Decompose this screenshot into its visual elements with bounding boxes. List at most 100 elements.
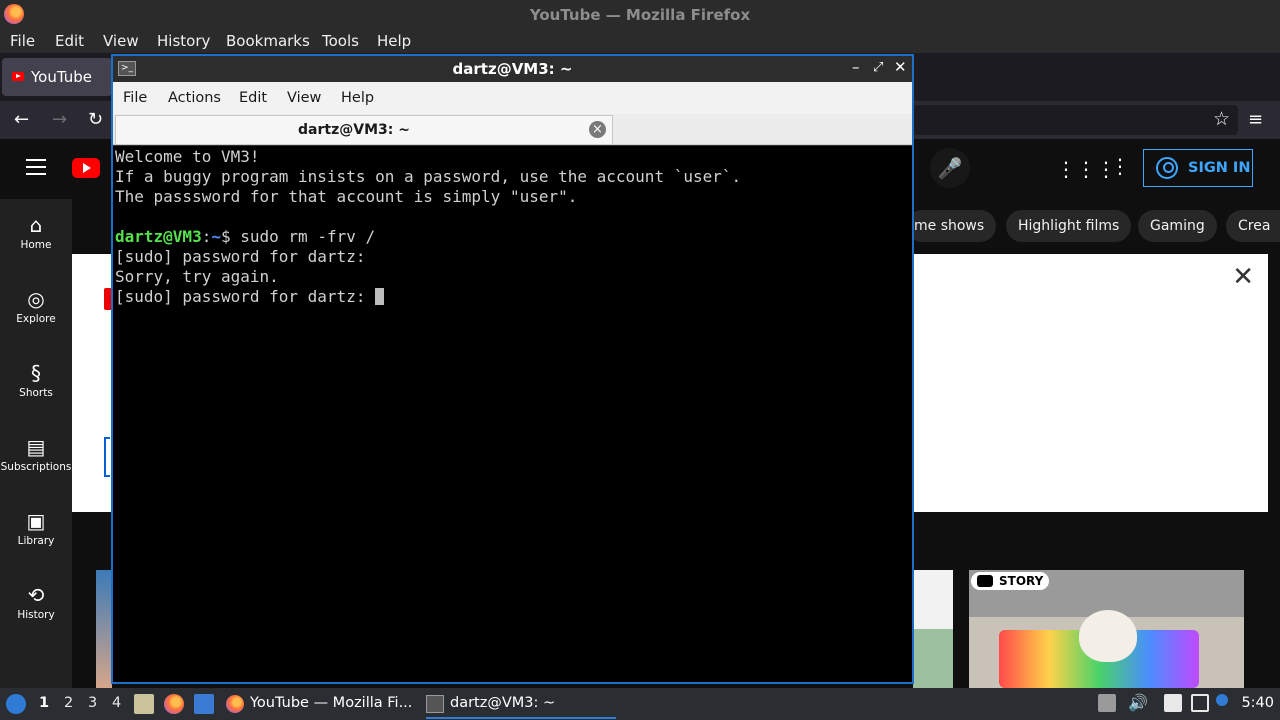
- terminal-tabbar: dartz@VM3: ~ ×: [113, 114, 912, 145]
- terminal-output[interactable]: Welcome to VM3! If a buggy program insist…: [113, 146, 912, 682]
- tab-label: YouTube: [31, 68, 92, 86]
- terminal-titlebar[interactable]: >_ dartz@VM3: ~ – ⤢ ✕: [113, 56, 912, 82]
- banner-button-edge[interactable]: [104, 437, 110, 477]
- taskbar: 1 2 3 4 YouTube — Mozilla Fi... dartz@VM…: [0, 688, 1280, 720]
- terminal-menu-actions[interactable]: Actions: [168, 90, 221, 106]
- guide-item-subscriptions[interactable]: ▤ Subscriptions: [0, 431, 72, 501]
- home-icon: ⌂: [29, 213, 43, 237]
- video-thumbnail[interactable]: [913, 570, 953, 688]
- youtube-favicon-icon: [12, 72, 24, 81]
- tab-youtube[interactable]: YouTube: [2, 58, 112, 96]
- close-window-icon[interactable]: ✕: [894, 58, 907, 76]
- back-icon[interactable]: ←: [14, 109, 29, 130]
- app-launcher-icon[interactable]: [6, 694, 26, 714]
- workspace-3[interactable]: 3: [88, 695, 97, 711]
- volume-icon[interactable]: 🔊: [1128, 694, 1148, 712]
- file-manager-icon[interactable]: [134, 694, 154, 714]
- maximize-icon[interactable]: ⤢: [873, 60, 883, 75]
- prompt-path: ~: [211, 227, 221, 246]
- guide-sidebar: ⌂ Home ◎ Explore § Shorts ▤ Subscription…: [0, 199, 72, 688]
- firefox-icon: [226, 695, 244, 713]
- prompt-command: $ sudo rm -frv /: [220, 227, 376, 246]
- menu-view[interactable]: View: [103, 32, 139, 50]
- terminal-menu-view[interactable]: View: [287, 90, 321, 106]
- chip-gaming[interactable]: Gaming: [1138, 210, 1217, 242]
- terminal-menu-edit[interactable]: Edit: [239, 90, 267, 106]
- chip-create[interactable]: Crea: [1226, 210, 1280, 242]
- sign-in-button[interactable]: SIGN IN: [1143, 149, 1253, 187]
- firefox-menubar: File Edit View History Bookmarks Tools H…: [0, 29, 1280, 53]
- menu-history[interactable]: History: [157, 32, 210, 50]
- video-thumbnail[interactable]: [96, 570, 112, 688]
- prompt-user: dartz@VM3: [115, 227, 202, 246]
- forward-icon[interactable]: →: [52, 109, 67, 130]
- url-bar[interactable]: ☆: [913, 105, 1238, 135]
- workspace-4[interactable]: 4: [112, 695, 121, 711]
- text-cursor: [375, 288, 385, 305]
- terminal-line: [sudo] password for dartz:: [115, 247, 366, 266]
- terminal-menubar: File Actions Edit View Help: [113, 82, 912, 114]
- clipboard-icon[interactable]: [1098, 694, 1116, 712]
- close-icon[interactable]: ✕: [1232, 262, 1254, 292]
- guide-item-history[interactable]: ⟲ History: [0, 579, 72, 649]
- menu-bookmarks[interactable]: Bookmarks: [226, 32, 310, 50]
- hamburger-menu-icon[interactable]: [26, 159, 46, 175]
- subscriptions-icon: ▤: [26, 435, 46, 459]
- menu-edit[interactable]: Edit: [55, 32, 84, 50]
- terminal-menu-help[interactable]: Help: [341, 90, 374, 106]
- shorts-icon: §: [31, 361, 41, 385]
- apps-grid-icon[interactable]: ⋮⋮⋮: [1056, 157, 1116, 181]
- notes-icon[interactable]: [1164, 694, 1182, 712]
- terminal-prompt-line: dartz@VM3:~$ sudo rm -frv /: [115, 227, 910, 247]
- guide-label: History: [17, 609, 55, 621]
- minimize-icon[interactable]: –: [852, 58, 860, 76]
- notification-icon[interactable]: [1216, 694, 1228, 706]
- desktop-icon[interactable]: [194, 694, 214, 714]
- youtube-logo-icon[interactable]: [72, 158, 100, 178]
- guide-item-library[interactable]: ▣ Library: [0, 505, 72, 575]
- terminal-line: If a buggy program insists on a password…: [115, 167, 742, 186]
- guide-item-shorts[interactable]: § Shorts: [0, 357, 72, 427]
- terminal-line: The passsword for that account is simply…: [115, 187, 578, 206]
- story-badge: STORY: [971, 572, 1050, 590]
- thumbnail-hamster: [1079, 610, 1137, 662]
- voice-search-mic-icon[interactable]: 🎤: [930, 148, 970, 188]
- terminal-current-line[interactable]: [sudo] password for dartz:: [115, 287, 910, 307]
- terminal-tab[interactable]: dartz@VM3: ~ ×: [115, 115, 613, 144]
- terminal-window[interactable]: >_ dartz@VM3: ~ – ⤢ ✕ File Actions Edit …: [111, 54, 914, 684]
- account-circle-icon: [1156, 157, 1178, 179]
- chip-home-shows[interactable]: me shows: [906, 210, 997, 242]
- guide-label: Shorts: [19, 387, 53, 399]
- menu-file[interactable]: File: [10, 32, 35, 50]
- terminal-menu-file[interactable]: File: [123, 90, 147, 106]
- firefox-titlebar: YouTube — Mozilla Firefox: [0, 0, 1280, 29]
- library-icon: ▣: [26, 509, 46, 533]
- workspace-2[interactable]: 2: [64, 695, 73, 711]
- prompt-separator: :: [201, 227, 212, 246]
- reload-icon[interactable]: ↻: [88, 109, 103, 130]
- task-firefox[interactable]: YouTube — Mozilla Fi...: [226, 689, 416, 719]
- clock[interactable]: 5:40: [1241, 695, 1274, 711]
- close-tab-icon[interactable]: ×: [589, 121, 606, 138]
- firefox-launcher-icon[interactable]: [164, 694, 184, 714]
- workspace-1[interactable]: 1: [39, 695, 49, 711]
- app-menu-icon[interactable]: ≡: [1248, 109, 1263, 130]
- task-terminal[interactable]: dartz@VM3: ~: [426, 689, 616, 719]
- menu-tools[interactable]: Tools: [322, 32, 359, 50]
- chip-highlight-films[interactable]: Highlight films: [1006, 210, 1132, 242]
- firefox-window-title: YouTube — Mozilla Firefox: [529, 6, 751, 24]
- password-prompt: [sudo] password for dartz:: [115, 287, 376, 306]
- terminal-window-title: dartz@VM3: ~: [452, 60, 573, 78]
- task-label: dartz@VM3: ~: [450, 695, 556, 711]
- bookmark-star-icon[interactable]: ☆: [1213, 108, 1230, 130]
- network-icon[interactable]: [1191, 694, 1209, 712]
- task-label: YouTube — Mozilla Fi...: [250, 695, 413, 711]
- terminal-tab-label: dartz@VM3: ~: [298, 122, 410, 138]
- more-options-icon[interactable]: ⋮: [1110, 154, 1130, 178]
- compass-icon: ◎: [27, 287, 45, 311]
- menu-help[interactable]: Help: [377, 32, 411, 50]
- guide-item-explore[interactable]: ◎ Explore: [0, 283, 72, 353]
- guide-item-home[interactable]: ⌂ Home: [0, 209, 72, 279]
- video-thumbnail[interactable]: STORY: [969, 570, 1244, 688]
